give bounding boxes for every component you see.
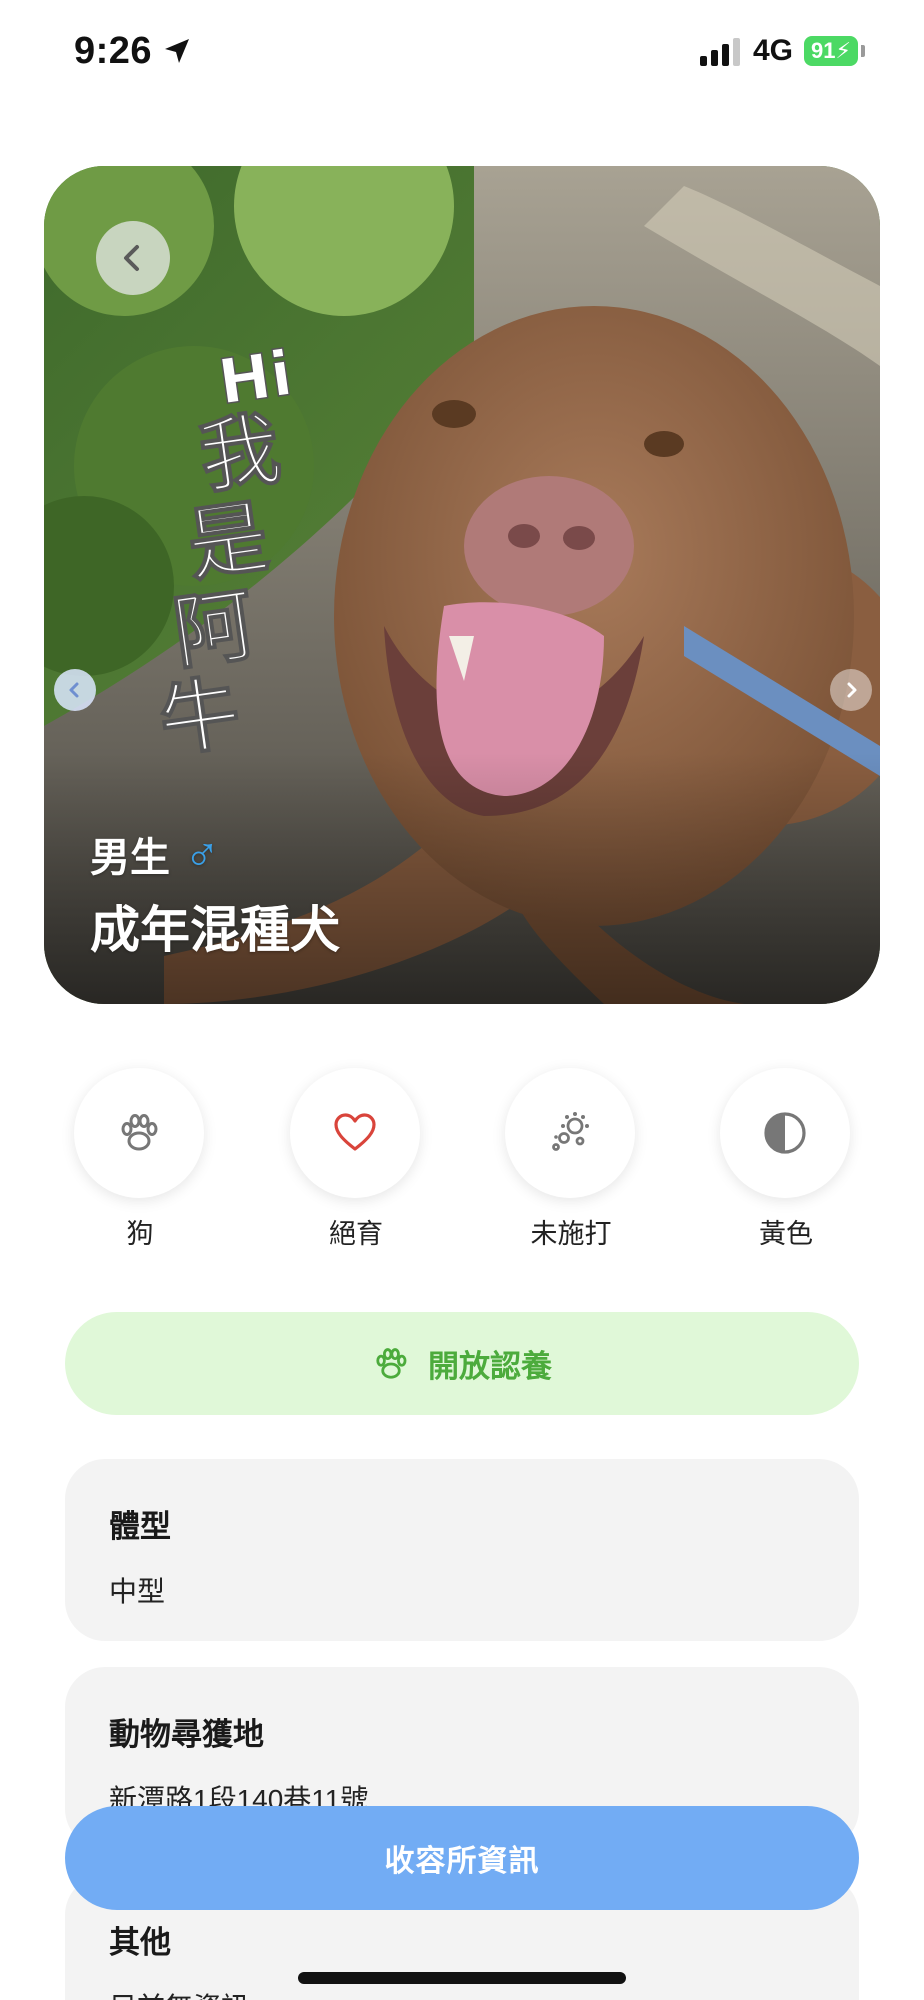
paw-icon bbox=[376, 1347, 407, 1379]
attribute-vaccination: 未施打 bbox=[505, 1068, 637, 1251]
status-bar: 9:26 4G 91⚡ bbox=[0, 0, 924, 104]
sex-row: 男生 ♂ bbox=[90, 827, 340, 881]
virus-icon bbox=[552, 1112, 589, 1151]
chevron-left-icon bbox=[124, 245, 139, 271]
carousel-next-button[interactable] bbox=[830, 669, 872, 711]
adoption-status-label: 開放認養 bbox=[428, 1349, 552, 1384]
home-indicator[interactable] bbox=[298, 1972, 626, 1984]
status-time: 9:26 bbox=[74, 30, 153, 72]
male-icon: ♂ bbox=[184, 827, 220, 880]
attribute-label: 未施打 bbox=[530, 1219, 612, 1249]
paw-icon bbox=[121, 1114, 158, 1151]
heart-icon bbox=[334, 1113, 376, 1151]
pet-title: 成年混種犬 bbox=[90, 902, 340, 958]
info-card-title: 體型 bbox=[109, 1509, 171, 1544]
attribute-color: 黃色 bbox=[720, 1068, 852, 1251]
battery-icon: 91⚡ bbox=[804, 36, 865, 66]
network-type: 4G bbox=[753, 34, 794, 67]
carousel-prev-button[interactable] bbox=[54, 669, 96, 711]
attribute-label: 絕育 bbox=[329, 1219, 383, 1249]
adoption-status-button[interactable]: 開放認養 bbox=[65, 1312, 859, 1415]
attribute-label: 狗 bbox=[126, 1219, 154, 1249]
back-button[interactable] bbox=[96, 221, 170, 295]
chevron-right-icon bbox=[847, 682, 857, 698]
pet-photo-carousel[interactable]: Hi 我 是 阿 牛 男生 ♂ 成年混種犬 bbox=[44, 166, 880, 1004]
half-circle-icon bbox=[764, 1112, 806, 1154]
battery-level: 91 bbox=[811, 38, 836, 63]
attribute-species: 狗 bbox=[74, 1068, 206, 1251]
info-card-value: 目前無資訊。 bbox=[109, 1986, 815, 2000]
info-card-title: 動物尋獲地 bbox=[109, 1717, 264, 1752]
attribute-label: 黃色 bbox=[759, 1219, 813, 1249]
info-card-size: 體型 中型 bbox=[65, 1459, 859, 1641]
info-card-title: 其他 bbox=[109, 1925, 171, 1960]
signal-icon bbox=[700, 38, 740, 66]
pet-sex: 男生 bbox=[90, 836, 170, 880]
location-arrow-icon bbox=[165, 39, 189, 63]
pet-summary: 男生 ♂ 成年混種犬 bbox=[90, 828, 340, 962]
attribute-neutered: 絕育 bbox=[290, 1068, 422, 1251]
info-card-value: 中型 bbox=[109, 1576, 166, 1607]
chevron-left-icon bbox=[69, 682, 79, 698]
shelter-info-button[interactable]: 收容所資訊 bbox=[65, 1806, 859, 1910]
